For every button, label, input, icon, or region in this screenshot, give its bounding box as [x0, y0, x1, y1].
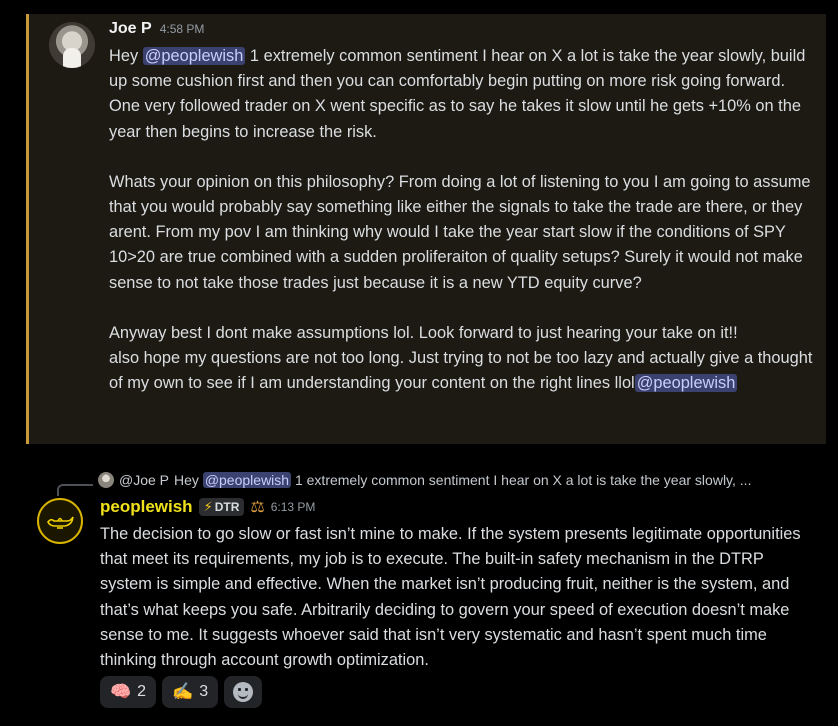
reaction-writing-hand[interactable]: ✍️ 3	[162, 676, 219, 708]
message-paragraph: Hey @peoplewish 1 extremely common senti…	[109, 44, 814, 145]
scales-icon[interactable]: ⚖	[250, 497, 264, 517]
message-body: Hey @peoplewish 1 extremely common senti…	[109, 44, 814, 396]
timestamp[interactable]: 6:13 PM	[271, 500, 316, 514]
message-paragraph: Anyway best I dont make assumptions lol.…	[109, 323, 738, 342]
avatar-peoplewish[interactable]	[37, 498, 83, 544]
message-header: peoplewish ⚡ DTR ⚖ 6:13 PM	[100, 497, 315, 517]
mention-peoplewish[interactable]: @peoplewish	[142, 47, 246, 65]
reply-avatar	[98, 472, 114, 488]
reply-connector	[57, 484, 93, 496]
message-body: The decision to go slow or fast isn’t mi…	[100, 525, 801, 670]
writing-hand-icon: ✍️	[172, 682, 194, 701]
text-span: 1 extremely common sentiment I hear on X…	[291, 472, 752, 488]
mention-peoplewish[interactable]: @peoplewish	[634, 374, 738, 393]
reply-reference[interactable]: @Joe P Hey @peoplewish 1 extremely commo…	[98, 472, 751, 488]
add-reaction-icon	[233, 682, 254, 702]
mention-peoplewish: @peoplewish	[202, 472, 292, 488]
add-reaction-button[interactable]	[224, 676, 263, 708]
reaction-brain[interactable]: 🧠 2	[100, 676, 157, 708]
message-header: Joe P 4:58 PM	[109, 20, 204, 38]
server-tag[interactable]: ⚡ DTR	[198, 498, 245, 516]
username-joe-p[interactable]: Joe P	[109, 20, 152, 38]
reaction-count: 3	[199, 683, 209, 700]
reply-username[interactable]: @Joe P	[119, 472, 169, 488]
message-paragraph: Whats your opinion on this philosophy? F…	[109, 172, 811, 292]
magic-lamp-icon	[47, 516, 74, 529]
text-span: Hey	[174, 472, 203, 488]
reply-snippet[interactable]: Hey @peoplewish 1 extremely common senti…	[174, 472, 751, 488]
reaction-count: 2	[137, 683, 147, 700]
message-joe-p: Joe P 4:58 PM Hey @peoplewish 1 extremel…	[26, 14, 826, 444]
server-tag-label: DTR	[214, 500, 240, 514]
avatar-joe-p[interactable]	[49, 22, 95, 68]
timestamp[interactable]: 4:58 PM	[160, 22, 205, 36]
lightning-icon: ⚡	[203, 499, 213, 514]
username-peoplewish[interactable]: peoplewish	[100, 497, 193, 517]
message-paragraph: also hope my questions are not too long.…	[109, 346, 814, 396]
reactions-bar: 🧠 2 ✍️ 3	[100, 676, 263, 708]
text-span: Hey	[109, 47, 143, 65]
brain-icon: 🧠	[110, 682, 132, 701]
